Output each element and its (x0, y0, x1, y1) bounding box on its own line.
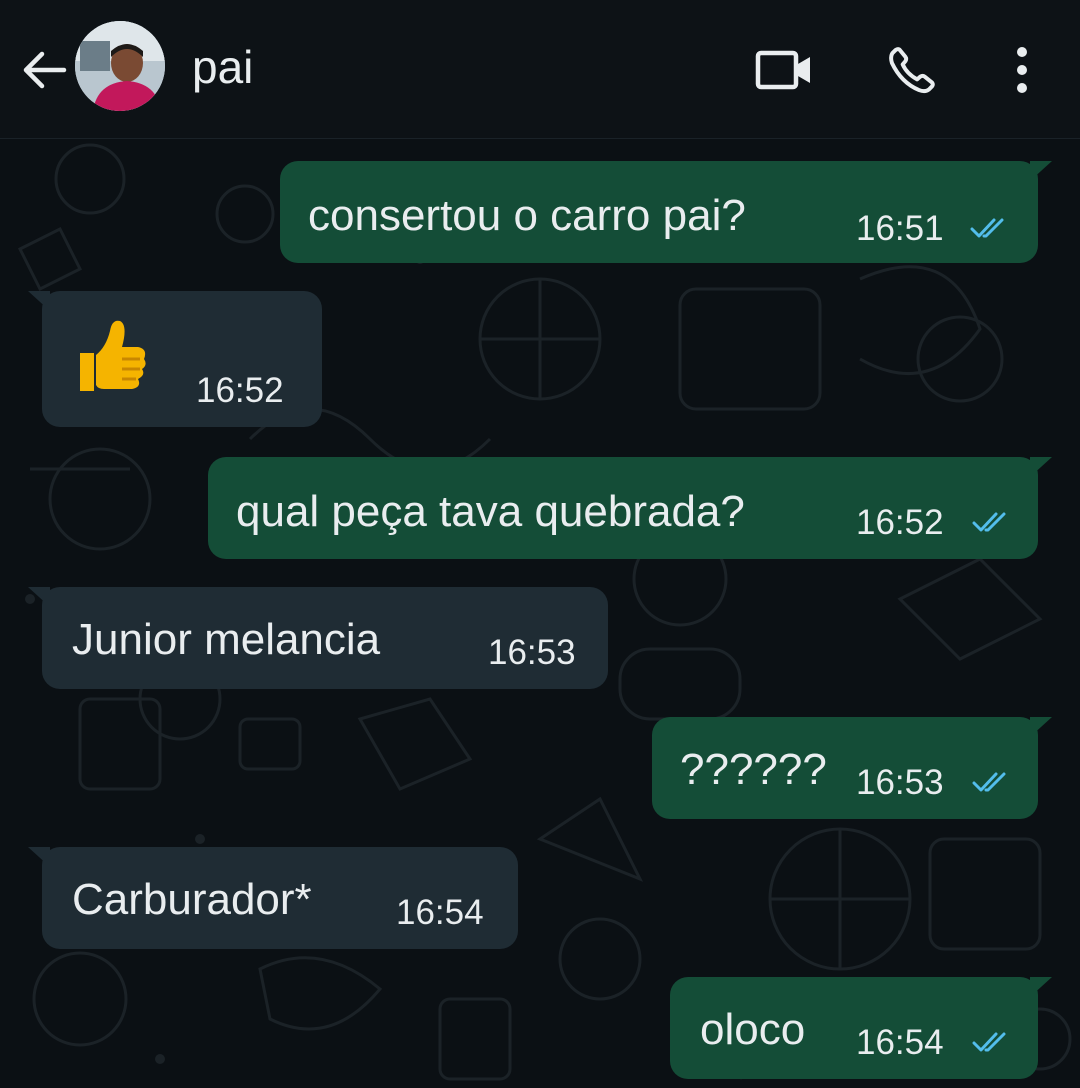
message-time: 16:53 (488, 633, 576, 672)
avatar[interactable] (75, 21, 165, 111)
message-time: 16:54 (856, 1023, 944, 1062)
message-bubble[interactable]: oloco 16:54 (670, 977, 1052, 1079)
video-camera-icon (755, 50, 810, 90)
message-bubble[interactable]: Junior melancia 16:53 (28, 587, 608, 689)
bubble-tail (1030, 977, 1052, 997)
contact-name[interactable]: pai (192, 40, 253, 94)
message-list[interactable]: consertou o carro pai? 16:51 16:52 qual … (0, 139, 1080, 1088)
message-text: Junior melancia (72, 615, 381, 664)
read-receipt-icon (970, 218, 1004, 238)
bubble-tail (28, 587, 50, 607)
message-time: 16:54 (396, 893, 484, 932)
phone-icon (889, 47, 935, 94)
bubble-tail (28, 847, 50, 867)
message-bubble[interactable]: Carburador* 16:54 (28, 847, 518, 949)
more-options-button[interactable] (1004, 44, 1040, 96)
message-time: 16:53 (856, 763, 944, 802)
chat-header: pai (0, 0, 1080, 139)
arrow-left-icon (23, 51, 67, 89)
bubble-tail (1030, 717, 1052, 737)
thumbs-up-icon (76, 317, 148, 395)
read-receipt-icon (972, 772, 1006, 792)
message-text: oloco (700, 1005, 806, 1054)
message-bubble[interactable]: ?????? 16:53 (652, 717, 1052, 819)
read-receipt-icon (972, 1032, 1006, 1052)
avatar-photo (75, 21, 165, 111)
message-bubble[interactable]: consertou o carro pai? 16:51 (280, 161, 1052, 263)
bubble-tail (28, 291, 50, 311)
message-time: 16:51 (856, 209, 944, 248)
message-text: ?????? (680, 745, 827, 794)
video-call-button[interactable] (754, 48, 816, 92)
message-text: consertou o carro pai? (308, 191, 746, 240)
read-receipt-icon (972, 512, 1006, 532)
message-time: 16:52 (196, 371, 284, 410)
message-time: 16:52 (856, 503, 944, 542)
message-bubble[interactable]: qual peça tava quebrada? 16:52 (208, 457, 1052, 559)
message-text: Carburador* (72, 875, 312, 924)
message-text: qual peça tava quebrada? (236, 487, 745, 536)
more-vertical-icon (1017, 47, 1027, 93)
bubble-tail (1030, 457, 1052, 477)
bubble-tail (1030, 161, 1052, 181)
voice-call-button[interactable] (884, 42, 940, 98)
message-bubble[interactable]: 16:52 (28, 291, 322, 427)
back-button[interactable] (18, 48, 68, 92)
